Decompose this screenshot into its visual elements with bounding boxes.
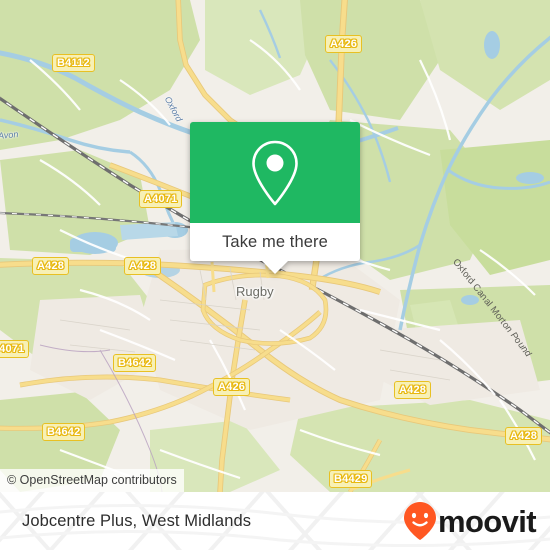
moovit-logo[interactable]: moovit bbox=[403, 492, 537, 550]
road-shield: A428 bbox=[32, 257, 70, 275]
location-callout[interactable]: Take me there bbox=[190, 122, 360, 274]
road-shield: B4429 bbox=[329, 470, 373, 488]
road-shield: A426 bbox=[325, 35, 363, 53]
place-label-rugby: Rugby bbox=[236, 284, 274, 299]
road-shield: A428 bbox=[505, 427, 543, 445]
road-shield: A428 bbox=[394, 381, 432, 399]
callout-pointer-tail bbox=[262, 261, 288, 274]
map-screenshot: Rugby Avon Oxford Oxford Canal Morton Po… bbox=[0, 0, 550, 550]
footer-bar: Jobcentre Plus, West Midlands moovit bbox=[0, 492, 550, 550]
map-pin-icon bbox=[252, 140, 298, 205]
osm-attribution[interactable]: © OpenStreetMap contributors bbox=[0, 469, 184, 492]
moovit-pin-smile-icon bbox=[403, 502, 436, 540]
road-shield: A426 bbox=[213, 378, 251, 396]
take-me-there-button[interactable]: Take me there bbox=[190, 223, 360, 261]
moovit-wordmark: moovit bbox=[437, 503, 537, 539]
road-shield: A4071 bbox=[0, 340, 30, 358]
road-shield: B4642 bbox=[42, 423, 86, 441]
road-shield: B4112 bbox=[52, 54, 95, 72]
take-me-there-label: Take me there bbox=[222, 232, 328, 251]
callout-image-panel bbox=[190, 122, 360, 223]
page-title: Jobcentre Plus, West Midlands bbox=[22, 511, 252, 530]
road-shield: A428 bbox=[124, 257, 162, 275]
road-shield: A4071 bbox=[139, 190, 183, 208]
road-shield: B4642 bbox=[113, 354, 157, 372]
